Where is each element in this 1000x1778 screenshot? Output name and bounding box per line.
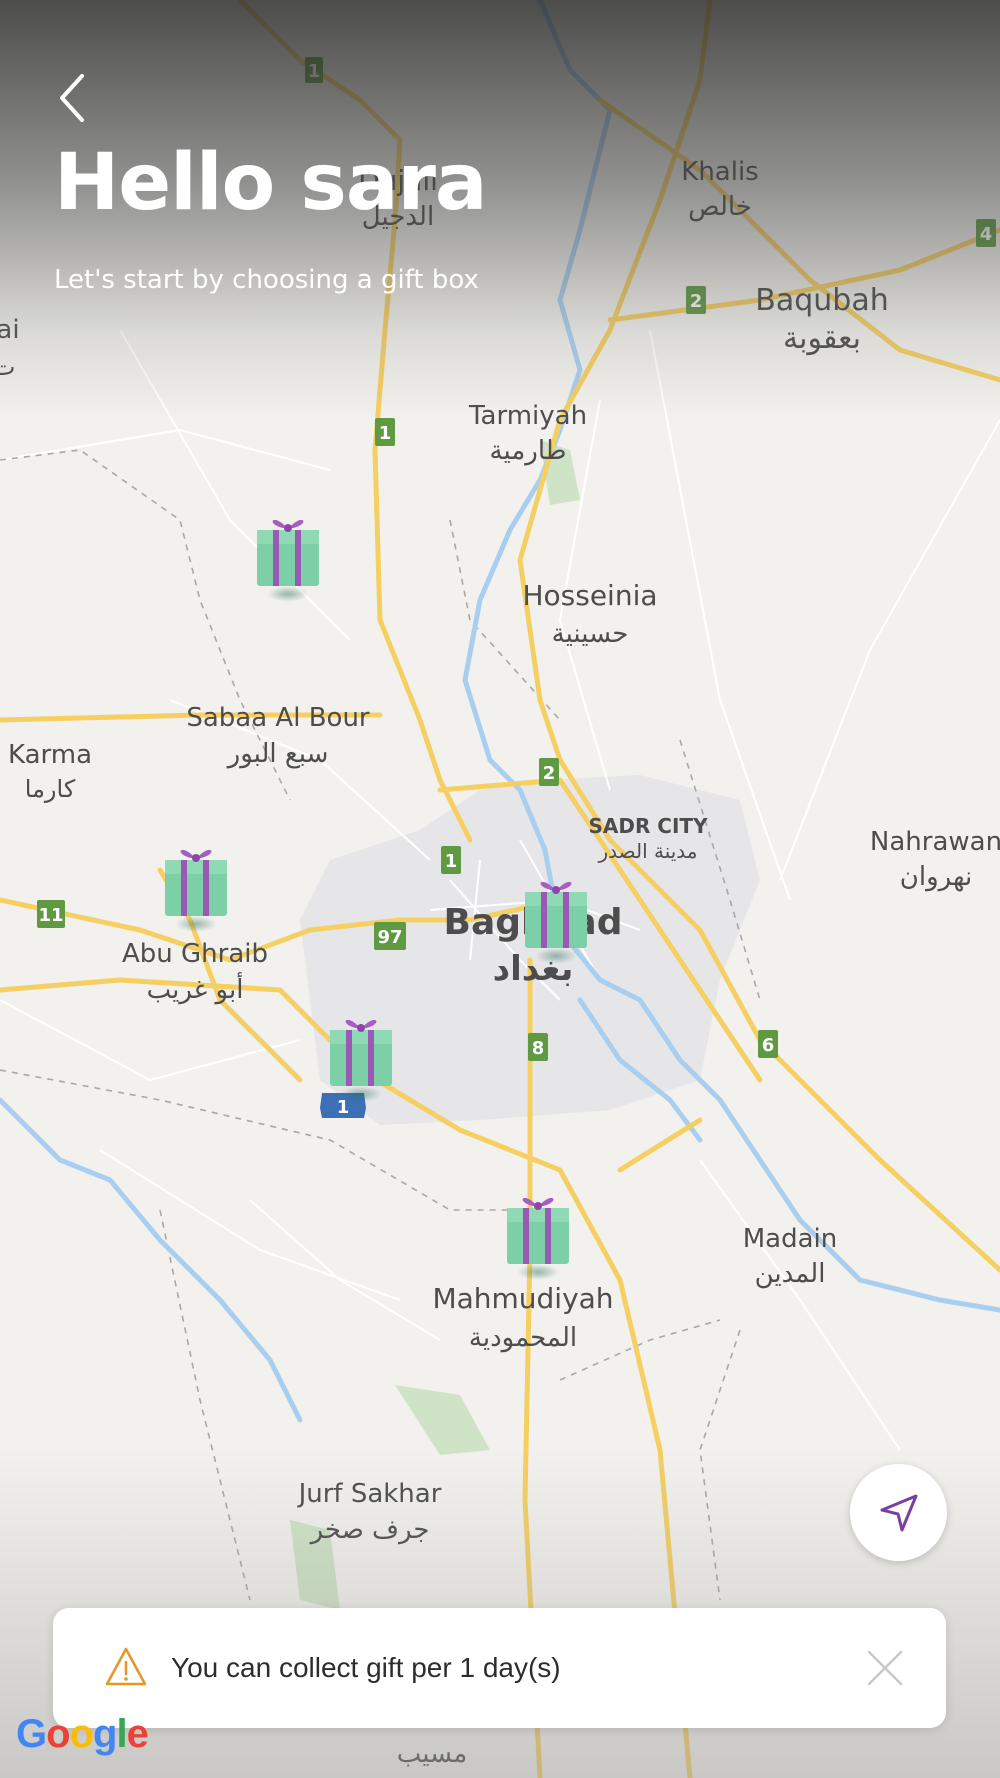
svg-text:المحمودية: المحمودية — [469, 1323, 577, 1353]
route-shield: 2 — [686, 286, 706, 314]
svg-text:مسيب: مسيب — [397, 1739, 468, 1769]
svg-text:طارمية: طارمية — [490, 436, 567, 466]
svg-text:11: 11 — [38, 905, 63, 926]
svg-text:خالص: خالص — [688, 192, 752, 222]
svg-text:بعقوبة: بعقوبة — [783, 321, 861, 356]
page-subtitle: Let's start by choosing a gift box — [54, 265, 479, 295]
my-location-button[interactable] — [850, 1464, 947, 1561]
page-title: Hello sara — [54, 138, 488, 228]
place-musayyib: مسيب — [397, 1739, 468, 1769]
navigation-arrow-icon — [880, 1494, 917, 1531]
svg-text:جرف صخر: جرف صخر — [309, 1515, 430, 1545]
svg-text:ai: ai — [0, 315, 20, 345]
route-shield: 2 — [539, 758, 559, 786]
route-shield: 1 — [441, 846, 461, 874]
gift-box-marker[interactable] — [161, 840, 231, 932]
gift-box-icon — [507, 1197, 569, 1264]
gift-box-marker[interactable] — [503, 1188, 573, 1280]
svg-text:8: 8 — [532, 1038, 545, 1059]
svg-text:Hosseinia: Hosseinia — [522, 579, 657, 612]
svg-text:Baqubah: Baqubah — [755, 283, 888, 318]
warning-icon — [105, 1647, 147, 1686]
svg-text:Karma: Karma — [8, 740, 92, 770]
svg-text:SADR CITY: SADR CITY — [588, 814, 708, 838]
svg-text:Mahmudiyah: Mahmudiyah — [432, 1282, 613, 1315]
gift-box-marker[interactable] — [521, 872, 591, 964]
route-shield: 11 — [37, 900, 65, 928]
google-logo: Google — [16, 1712, 149, 1756]
svg-text:2: 2 — [543, 763, 556, 784]
svg-text:نهروان: نهروان — [900, 862, 972, 892]
svg-text:2: 2 — [690, 291, 703, 312]
svg-text:Jurf Sakhar: Jurf Sakhar — [297, 1479, 442, 1509]
chevron-left-icon — [60, 74, 84, 122]
close-icon[interactable] — [865, 1648, 905, 1688]
route-shield: 1 — [305, 57, 323, 83]
svg-text:Abu Ghraib: Abu Ghraib — [122, 939, 268, 969]
svg-text:أبو غريب: أبو غريب — [147, 971, 244, 1005]
svg-text:6: 6 — [762, 1035, 775, 1056]
gift-box-marker[interactable] — [326, 1010, 396, 1102]
svg-text:ت: ت — [0, 353, 15, 381]
svg-text:4: 4 — [980, 224, 993, 245]
svg-text:97: 97 — [377, 927, 402, 948]
gift-box-icon — [330, 1019, 392, 1086]
gift-box-icon — [165, 849, 227, 916]
svg-text:1: 1 — [308, 61, 321, 82]
svg-text:Tarmiyah: Tarmiyah — [468, 401, 587, 431]
svg-text:Nahrawan: Nahrawan — [870, 827, 1000, 857]
gift-box-icon — [525, 881, 587, 948]
route-shield: 4 — [976, 219, 996, 247]
svg-text:1: 1 — [379, 423, 392, 444]
route-shield: 6 — [758, 1030, 778, 1058]
svg-text:كارما: كارما — [25, 775, 76, 803]
svg-text:سبع البور: سبع البور — [226, 739, 329, 769]
svg-text:1: 1 — [445, 851, 458, 872]
route-shield: 8 — [528, 1033, 548, 1061]
toast-message: You can collect gift per 1 day(s) — [171, 1652, 561, 1683]
route-shield: 97 — [374, 922, 406, 950]
gift-box-marker[interactable] — [253, 510, 323, 602]
svg-text:Khalis: Khalis — [681, 157, 758, 187]
back-button[interactable] — [52, 70, 100, 126]
svg-text:مدينة الصدر: مدينة الصدر — [597, 839, 697, 863]
svg-text:Sabaa Al Bour: Sabaa Al Bour — [186, 703, 370, 733]
svg-text:Madain: Madain — [743, 1224, 838, 1254]
gift-box-icon — [257, 519, 319, 586]
place-sadr-city: SADR CITY مدينة الصدر — [588, 814, 708, 863]
route-shield: 1 — [375, 418, 395, 446]
svg-text:المدين: المدين — [755, 1259, 826, 1289]
svg-text:حسينية: حسينية — [552, 619, 629, 649]
info-toast: You can collect gift per 1 day(s) — [53, 1608, 946, 1728]
